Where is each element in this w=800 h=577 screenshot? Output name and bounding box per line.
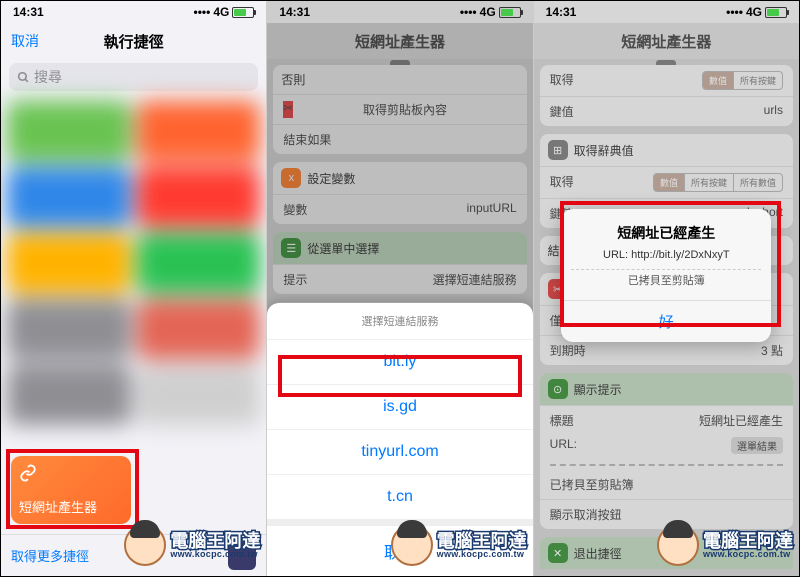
status-bar: 14:31 ••••4G [534,1,799,23]
sheet-cancel[interactable]: 取消 [267,520,532,576]
action-sheet: 選擇短連結服務 bit.ly is.gd tinyurl.com t.cn 取消 [267,303,532,576]
sheet-header: 選擇短連結服務 [267,303,532,340]
footer: 取得更多捷徑 [1,534,266,576]
battery-icon [232,7,254,18]
status-right: ••••4G [194,5,255,19]
phone-run-shortcut: 14:31 ••••4G 取消 執行捷徑 搜尋 短網址產生器 取得更多捷徑 電腦… [1,1,267,576]
navbar: 取消 執行捷徑 [1,23,266,59]
shortcut-grid-blurred [1,95,266,506]
option-tinyurl[interactable]: tinyurl.com [267,430,532,475]
cancel-button[interactable]: 取消 [11,31,39,51]
highlight-box [560,201,781,327]
status-bar: 14:31 ••••4G [1,1,266,23]
search-icon [17,71,30,84]
phone-result-alert: 14:31 ••••4G 短網址產生器 取得 數值所有按鍵 鍵值urls ⊞取得… [534,1,799,576]
get-more-link[interactable]: 取得更多捷徑 [11,546,89,565]
phone-choose-service: 14:31 ••••4G 短網址產生器 否則 ✂取得剪貼板內容 結束如果 x設定… [267,1,533,576]
page-title: 執行捷徑 [104,31,164,52]
status-bar: 14:31 ••••4G [267,1,532,23]
app-icon[interactable] [228,542,256,570]
highlight-box [6,449,139,529]
highlight-box [278,355,521,397]
option-tcn[interactable]: t.cn [267,475,532,520]
search-input[interactable]: 搜尋 [9,63,258,91]
status-time: 14:31 [13,5,44,19]
